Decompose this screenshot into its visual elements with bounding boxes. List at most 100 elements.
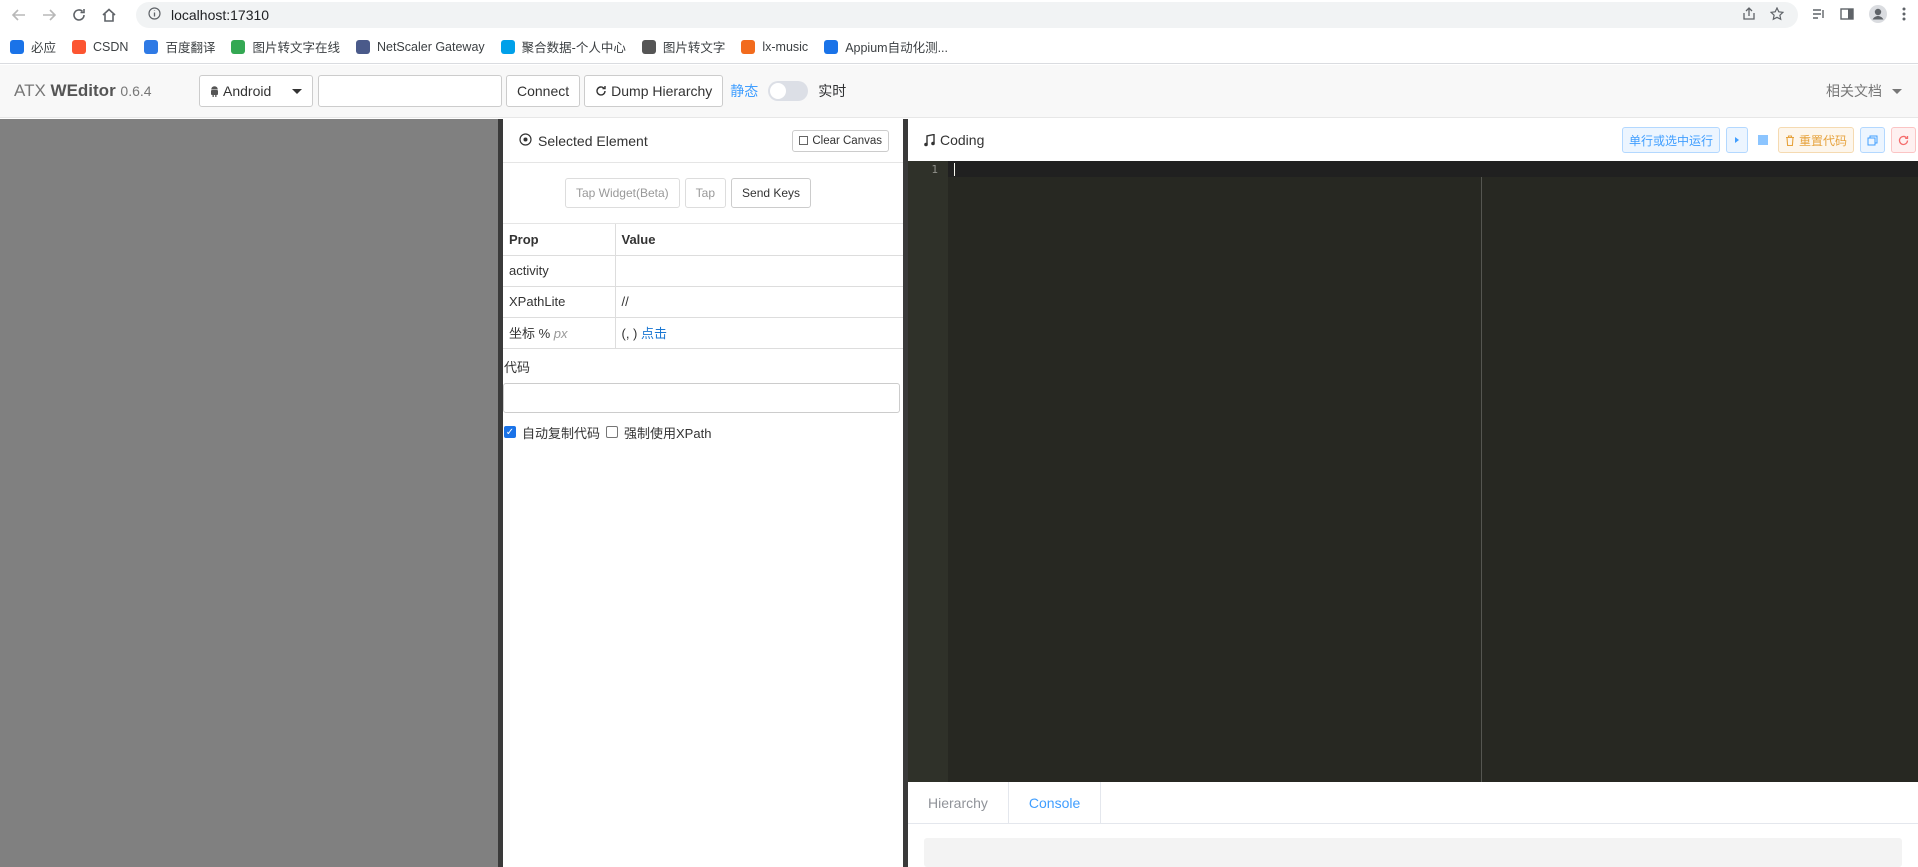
- android-icon: [210, 85, 219, 97]
- bottom-tabs: Hierarchy Console: [908, 782, 1918, 824]
- copy-icon: [1867, 135, 1878, 145]
- coord-label: 坐标 %: [509, 326, 551, 341]
- send-keys-button[interactable]: Send Keys: [731, 178, 812, 208]
- tap-widget-button[interactable]: Tap Widget(Beta): [564, 178, 680, 208]
- bookmark-item[interactable]: 图片转文字: [641, 37, 726, 56]
- docs-dropdown[interactable]: 相关文档: [1826, 81, 1902, 101]
- bookmark-item[interactable]: 必应: [10, 37, 56, 56]
- selected-element-title: Selected Element: [538, 132, 648, 149]
- bookmark-label: NetScaler Gateway: [376, 39, 485, 54]
- reload-icon[interactable]: [68, 4, 90, 26]
- code-editor[interactable]: 1: [908, 161, 1918, 782]
- music-flag-icon: [741, 39, 756, 54]
- value-activity: [615, 255, 903, 287]
- value-header: Value: [615, 224, 903, 256]
- auto-copy-label: 自动复制代码: [522, 425, 601, 441]
- connect-button[interactable]: Connect: [506, 75, 581, 107]
- side-panel-icon[interactable]: [1840, 7, 1854, 24]
- bookmark-label: 百度翻译: [165, 41, 216, 55]
- prop-coordinates: 坐标 % px: [503, 317, 616, 349]
- star-icon[interactable]: [1769, 6, 1785, 24]
- clear-canvas-button[interactable]: Clear Canvas: [792, 129, 889, 152]
- gateway-icon: [355, 39, 370, 54]
- device-serial-input[interactable]: [318, 75, 502, 107]
- restart-button[interactable]: [1891, 127, 1916, 153]
- auto-copy-checkbox[interactable]: ✓: [504, 426, 516, 438]
- translate-icon: [144, 39, 159, 54]
- brand-prefix: ATX: [14, 81, 51, 100]
- bookmark-label: Appium自动化测...: [845, 41, 948, 55]
- bookmark-item[interactable]: lx-music: [741, 39, 809, 54]
- bookmark-item[interactable]: 百度翻译: [144, 37, 215, 56]
- platform-dropdown[interactable]: Android: [199, 75, 313, 107]
- bookmark-label: CSDN: [93, 39, 129, 54]
- bookmark-item[interactable]: CSDN: [72, 39, 129, 54]
- tap-button[interactable]: Tap: [684, 178, 727, 208]
- bookmark-item[interactable]: Appium自动化测...: [824, 37, 948, 56]
- mode-live-label: 实时: [818, 83, 847, 99]
- active-line-highlight: [948, 161, 1918, 177]
- docs-label: 相关文档: [1826, 83, 1882, 99]
- clear-canvas-label: Clear Canvas: [812, 134, 882, 147]
- prop-header: Prop: [503, 224, 616, 256]
- bookmark-label: lx-music: [762, 39, 809, 54]
- copy-code-button[interactable]: [1860, 127, 1885, 153]
- bookmark-item[interactable]: 聚合数据-个人中心: [500, 37, 626, 56]
- bilibili-icon: [824, 39, 839, 54]
- reset-code-label: 重置代码: [1798, 133, 1847, 148]
- generated-code-input[interactable]: [503, 382, 900, 413]
- bookmarks-bar: 必应 CSDN 百度翻译 图片转文字在线 NetScaler Gateway 聚合数据-个…: [0, 30, 1918, 64]
- tab-console[interactable]: Console: [1008, 782, 1102, 823]
- table-row: XPathLite //: [503, 286, 903, 318]
- reading-list-icon[interactable]: [1812, 7, 1826, 24]
- coding-panel: Coding 单行或选中运行 重置代码 1 Hierarchy Console: [908, 119, 1918, 867]
- forward-icon[interactable]: [38, 4, 60, 26]
- table-header-row: Prop Value: [503, 224, 903, 256]
- bookmark-label: 必应: [31, 41, 57, 55]
- brand-name: WEditor: [50, 81, 116, 100]
- coding-title: Coding: [940, 132, 985, 148]
- chevron-down-icon: [292, 88, 302, 94]
- profile-avatar-icon[interactable]: [1868, 4, 1888, 27]
- coord-click-link[interactable]: 点击: [641, 326, 667, 341]
- value-xpathlite: //: [615, 286, 903, 318]
- force-xpath-checkbox[interactable]: [606, 426, 619, 438]
- run-line-button[interactable]: 单行或选中运行: [1621, 127, 1720, 153]
- juhe-icon: [500, 39, 515, 54]
- refresh-icon: [595, 85, 607, 97]
- coord-unit-px-toggle[interactable]: px: [554, 326, 568, 341]
- music-note-icon: [924, 133, 935, 147]
- address-bar[interactable]: localhost:17310: [136, 2, 1798, 28]
- selected-element-header: Selected Element Clear Canvas: [503, 119, 903, 163]
- line-number-gutter: 1: [908, 161, 948, 782]
- prop-xpathlite: XPathLite: [503, 286, 616, 318]
- bookmark-item[interactable]: NetScaler Gateway: [355, 39, 485, 54]
- csdn-icon: [72, 39, 87, 54]
- share-icon[interactable]: [1742, 6, 1756, 24]
- tab-hierarchy[interactable]: Hierarchy: [908, 782, 1009, 823]
- app-version: 0.6.4: [120, 83, 152, 99]
- coding-header: Coding 单行或选中运行 重置代码: [908, 119, 1918, 161]
- reset-code-button[interactable]: 重置代码: [1777, 127, 1854, 153]
- menu-kebab-icon[interactable]: [1902, 7, 1906, 24]
- app-brand[interactable]: ATX WEditor 0.6.4: [14, 81, 184, 101]
- square-icon: [799, 136, 809, 145]
- bookmark-label: 图片转文字在线: [252, 41, 340, 55]
- app-navbar: ATX WEditor 0.6.4 Android Connect Dump H…: [0, 65, 1918, 118]
- bookmark-item[interactable]: 图片转文字在线: [231, 37, 340, 56]
- stop-button[interactable]: [1754, 127, 1772, 153]
- home-icon[interactable]: [98, 4, 120, 26]
- force-xpath-label: 强制使用XPath: [624, 425, 712, 441]
- table-row: activity: [503, 255, 903, 287]
- back-icon[interactable]: [8, 4, 30, 26]
- crosshair-icon: [519, 132, 532, 149]
- info-icon[interactable]: [148, 7, 161, 23]
- live-mode-toggle[interactable]: [768, 81, 809, 101]
- dump-hierarchy-label: Dump Hierarchy: [611, 83, 713, 99]
- console-output: [924, 838, 1902, 867]
- print-margin-line: [1481, 177, 1482, 782]
- bookmark-label: 图片转文字: [662, 41, 726, 55]
- dump-hierarchy-button[interactable]: Dump Hierarchy: [584, 75, 724, 107]
- run-play-button[interactable]: [1725, 127, 1748, 153]
- device-screen-canvas[interactable]: [0, 119, 498, 867]
